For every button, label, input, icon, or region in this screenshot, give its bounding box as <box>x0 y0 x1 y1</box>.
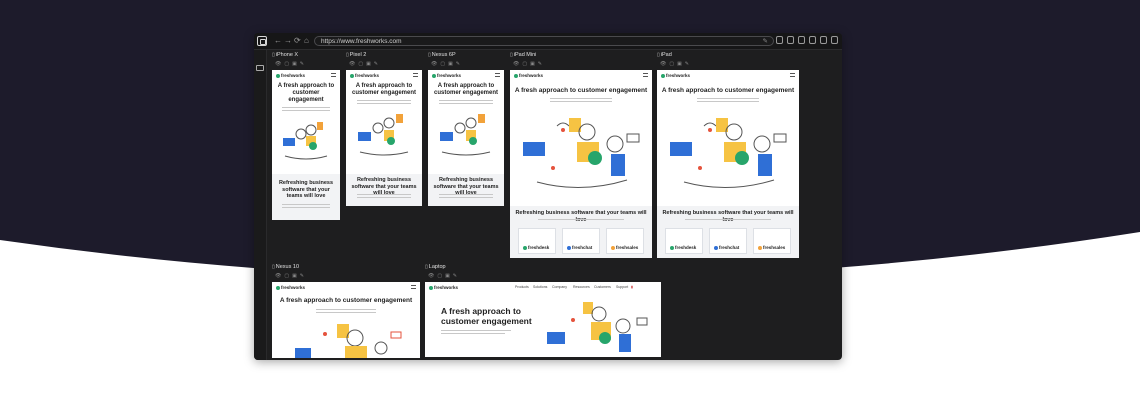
product-card-freshchat[interactable]: freshchat <box>709 228 747 254</box>
layout-icon[interactable] <box>820 36 827 44</box>
left-sidebar <box>254 50 267 360</box>
device-label: iPhone X <box>272 52 298 58</box>
hero-title: A fresh approach to customer engagement <box>514 87 648 94</box>
browser-toolbar: ← → ⟳ ⌂ https://www.freshworks.com ✎ <box>254 33 842 50</box>
device-label: Pixel 2 <box>346 52 367 58</box>
reload-button[interactable]: ⟳ <box>294 35 301 46</box>
device-screen[interactable]: freshworks A fresh approach to customer … <box>272 282 420 358</box>
device-label: Nexus 6P <box>428 52 456 58</box>
nav-products[interactable]: Products <box>515 285 529 289</box>
features-band: Refreshing business software that your t… <box>272 174 340 220</box>
hero-title: A fresh approach to customer engagement <box>433 83 499 96</box>
features-band: Refreshing business software that your t… <box>428 174 504 206</box>
device-screen[interactable]: freshworks A fresh approach to customer … <box>510 70 652 258</box>
hero-illustration <box>283 122 328 160</box>
product-card-freshdesk[interactable]: freshdesk <box>518 228 556 254</box>
back-button[interactable]: ← <box>274 35 282 46</box>
flag-icon[interactable]: ▮ <box>631 285 633 289</box>
forward-button[interactable]: → <box>284 35 292 46</box>
responsive-viewer-window: ← → ⟳ ⌂ https://www.freshworks.com ✎ iPh… <box>254 33 842 360</box>
hero-illustration <box>358 114 409 156</box>
product-card-freshdesk[interactable]: freshdesk <box>665 228 703 254</box>
brand-logo: freshworks <box>350 73 379 78</box>
nav-support[interactable]: Support <box>616 285 628 289</box>
device-screen[interactable]: freshworks A fresh approach to customer … <box>428 70 504 206</box>
brand-logo: freshworks <box>276 73 305 78</box>
flask-icon[interactable] <box>787 36 794 44</box>
hero-title: A fresh approach to customer engagement <box>441 306 532 326</box>
home-button[interactable]: ⌂ <box>304 35 309 46</box>
device-label: iPad Mini <box>510 52 537 58</box>
brand-logo: freshworks <box>514 73 543 78</box>
hero-illustration <box>440 114 491 156</box>
nav-resources[interactable]: Resources <box>573 285 590 289</box>
hero-illustration <box>547 302 648 352</box>
device-label: iPad <box>657 52 672 58</box>
url-text: https://www.freshworks.com <box>321 38 402 45</box>
band-title: Refreshing business software that your t… <box>515 210 647 223</box>
edit-url-icon[interactable]: ✎ <box>763 37 768 46</box>
device-laptop: Laptop 👁▢▣✎ freshworks Products Solution… <box>425 264 661 360</box>
menu-icon[interactable] <box>790 73 795 77</box>
hero-title: A fresh approach to customer engagement <box>277 83 335 103</box>
device-ipad: iPad 👁▢▣✎ freshworks A fresh approach to… <box>657 52 799 262</box>
hero-illustration <box>523 118 640 188</box>
device-controls[interactable]: 👁▢▣✎ <box>431 61 463 67</box>
toolbar-tools <box>776 36 838 44</box>
brand-logo: freshworks <box>661 73 690 78</box>
bulb-icon[interactable] <box>776 36 783 44</box>
device-iphone-x: iPhone X 👁▢▣✎ freshworks A fresh approac… <box>272 52 340 222</box>
device-nexus-6p: Nexus 6P 👁▢▣✎ freshworks A fresh approac… <box>428 52 504 222</box>
device-label: Laptop <box>425 264 446 270</box>
brand-logo: freshworks <box>276 285 305 290</box>
device-pixel-2: Pixel 2 👁▢▣✎ freshworks A fresh approach… <box>346 52 422 222</box>
menu-icon[interactable] <box>413 73 418 77</box>
device-label: Nexus 10 <box>272 264 299 270</box>
device-controls[interactable]: 👁▢▣✎ <box>275 61 307 67</box>
hero-title: A fresh approach to customer engagement <box>279 297 413 304</box>
device-ipad-mini: iPad Mini 👁▢▣✎ freshworks A fresh approa… <box>510 52 652 262</box>
device-screen[interactable]: freshworks Products Solutions Company Re… <box>425 282 661 357</box>
menu-icon[interactable] <box>331 73 336 77</box>
devices-icon[interactable] <box>809 36 816 44</box>
device-controls[interactable]: 👁▢▣✎ <box>513 61 545 67</box>
zoom-icon[interactable] <box>831 36 838 44</box>
features-band: Refreshing business software that your t… <box>346 174 422 206</box>
nav-company[interactable]: Company <box>552 285 567 289</box>
app-logo-icon <box>257 36 267 46</box>
device-controls[interactable]: 👁▢▣✎ <box>660 61 692 67</box>
product-card-freshsales[interactable]: freshsales <box>753 228 791 254</box>
features-band: Refreshing business software that your t… <box>510 206 652 258</box>
hero-title: A fresh approach to customer engagement <box>661 87 795 94</box>
device-controls[interactable]: 👁▢▣✎ <box>275 273 307 279</box>
device-controls[interactable]: 👁▢▣✎ <box>349 61 381 67</box>
nav-customers[interactable]: Customers <box>594 285 611 289</box>
brand-logo: freshworks <box>429 285 458 290</box>
hero-illustration <box>295 324 402 358</box>
menu-icon[interactable] <box>643 73 648 77</box>
device-screen[interactable]: freshworks A fresh approach to customer … <box>346 70 422 206</box>
devices-icon[interactable] <box>256 65 264 71</box>
device-nexus-10: Nexus 10 👁▢▣✎ freshworks A fresh approac… <box>272 264 420 360</box>
device-screen[interactable]: freshworks A fresh approach to customer … <box>272 70 340 220</box>
band-title: Refreshing business software that your t… <box>278 180 334 199</box>
nav-solutions[interactable]: Solutions <box>533 285 547 289</box>
url-bar[interactable]: https://www.freshworks.com ✎ <box>314 36 774 46</box>
device-screen[interactable]: freshworks A fresh approach to customer … <box>657 70 799 258</box>
camera-icon[interactable] <box>798 36 805 44</box>
band-title: Refreshing business software that your t… <box>662 210 794 223</box>
product-card-freshchat[interactable]: freshchat <box>562 228 600 254</box>
menu-icon[interactable] <box>495 73 500 77</box>
hero-illustration <box>670 118 787 188</box>
product-card-freshsales[interactable]: freshsales <box>606 228 644 254</box>
device-controls[interactable]: 👁▢▣✎ <box>428 273 460 279</box>
hero-title: A fresh approach to customer engagement <box>351 83 417 96</box>
features-band: Refreshing business software that your t… <box>657 206 799 258</box>
brand-logo: freshworks <box>432 73 461 78</box>
menu-icon[interactable] <box>411 285 416 289</box>
